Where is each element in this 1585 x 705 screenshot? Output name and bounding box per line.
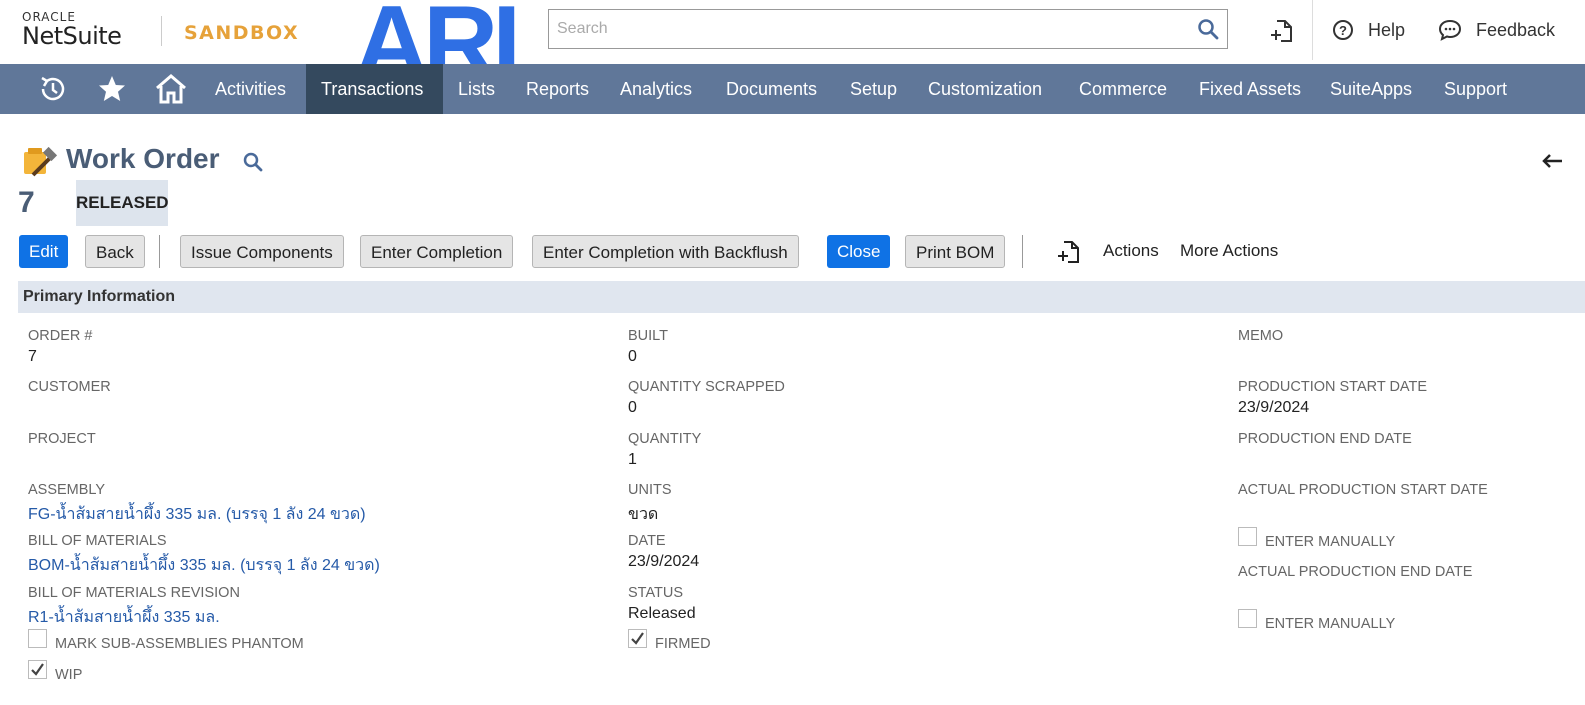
wip-label: WIP	[55, 667, 83, 683]
main-nav: Activities Transactions Lists Reports An…	[0, 64, 1585, 114]
sandbox-label: SANDBOX	[184, 22, 300, 44]
bom-revision-link[interactable]: R1-น้ำส้มสายน้ำผึ้ง 335 มล.	[28, 605, 220, 630]
nav-setup[interactable]: Setup	[835, 64, 912, 114]
back-arrow-icon[interactable]	[1540, 150, 1564, 177]
nav-customization[interactable]: Customization	[913, 64, 1057, 114]
quantity-scrapped-label: QUANTITY SCRAPPED	[628, 379, 785, 395]
section-title: Primary Information	[23, 288, 176, 305]
actions-menu[interactable]: Actions	[1103, 241, 1159, 261]
new-document-icon[interactable]	[1056, 239, 1082, 270]
customer-label: CUSTOMER	[28, 379, 111, 395]
enter-manually-start-label: ENTER MANUALLY	[1265, 534, 1396, 550]
search-box[interactable]	[548, 9, 1228, 49]
quantity-label: QUANTITY	[628, 431, 702, 447]
built-value: 0	[628, 348, 637, 365]
enter-manually-start-checkbox[interactable]	[1238, 527, 1257, 546]
back-button[interactable]: Back	[85, 235, 145, 268]
netsuite-logo-text[interactable]: NetSuite	[22, 22, 122, 50]
project-label: PROJECT	[28, 431, 96, 447]
nav-documents[interactable]: Documents	[711, 64, 832, 114]
nav-reports[interactable]: Reports	[511, 64, 604, 114]
close-button[interactable]: Close	[827, 235, 891, 268]
nav-transactions[interactable]: Transactions	[306, 64, 443, 114]
title-search-icon[interactable]	[242, 151, 264, 178]
svg-text:?: ?	[1339, 23, 1347, 38]
phantom-label: MARK SUB-ASSEMBLIES PHANTOM	[55, 636, 304, 652]
quantity-scrapped-value: 0	[628, 399, 637, 416]
bom-revision-label: BILL OF MATERIALS REVISION	[28, 585, 240, 601]
built-label: BUILT	[628, 328, 669, 344]
order-number-label: ORDER #	[28, 328, 93, 344]
logo-divider	[161, 16, 162, 46]
production-start-date-value: 23/9/2024	[1238, 399, 1310, 416]
issue-components-button[interactable]: Issue Components	[180, 235, 344, 268]
assembly-label: ASSEMBLY	[28, 482, 106, 498]
nav-activities[interactable]: Activities	[200, 64, 301, 114]
home-icon[interactable]	[155, 74, 186, 104]
firmed-label: FIRMED	[655, 636, 711, 652]
nav-support[interactable]: Support	[1429, 64, 1522, 114]
nav-commerce[interactable]: Commerce	[1064, 64, 1182, 114]
nav-lists[interactable]: Lists	[443, 64, 510, 114]
record-number: 7	[18, 186, 35, 219]
header-divider	[1312, 0, 1313, 60]
production-end-date-label: PRODUCTION END DATE	[1238, 431, 1412, 447]
more-actions-menu[interactable]: More Actions	[1180, 241, 1278, 261]
toolbar-divider	[159, 235, 160, 268]
primary-information-header[interactable]: Primary Information	[18, 281, 1585, 313]
production-start-date-label: PRODUCTION START DATE	[1238, 379, 1428, 395]
top-header: ORACLE NetSuite SANDBOX ARI ? Help Feedb…	[0, 0, 1585, 64]
nav-fixed-assets[interactable]: Fixed Assets	[1184, 64, 1316, 114]
star-icon[interactable]	[97, 74, 127, 104]
ari-logo: ARI	[356, 0, 524, 64]
status-value: Released	[628, 605, 696, 622]
enter-completion-backflush-button[interactable]: Enter Completion with Backflush	[532, 235, 799, 268]
search-input[interactable]	[549, 10, 1185, 48]
status-label: STATUS	[628, 585, 684, 601]
actual-production-end-date-label: ACTUAL PRODUCTION END DATE	[1238, 564, 1473, 580]
new-record-icon[interactable]	[1269, 18, 1295, 49]
quantity-value: 1	[628, 451, 637, 468]
bill-of-materials-link[interactable]: BOM-น้ำส้มสายน้ำผึ้ง 335 มล. (บรรจุ 1 ลั…	[28, 553, 380, 578]
nav-suiteapps[interactable]: SuiteApps	[1315, 64, 1427, 114]
date-label: DATE	[628, 533, 666, 549]
units-label: UNITS	[628, 482, 672, 498]
edit-button[interactable]: Edit	[19, 235, 69, 268]
memo-label: MEMO	[1238, 328, 1284, 344]
help-link[interactable]: Help	[1368, 20, 1405, 41]
order-number-value: 7	[28, 348, 37, 365]
date-value: 23/9/2024	[628, 553, 700, 570]
enter-manually-end-checkbox[interactable]	[1238, 609, 1257, 628]
search-icon[interactable]	[1197, 18, 1219, 45]
actual-production-start-date-label: ACTUAL PRODUCTION START DATE	[1238, 482, 1488, 498]
firmed-checkbox[interactable]	[628, 629, 647, 648]
work-order-icon	[20, 145, 58, 184]
page-title: Work Order	[66, 143, 220, 174]
phantom-checkbox[interactable]	[28, 629, 47, 648]
status-badge: RELEASED	[76, 180, 169, 226]
ari-logo-text: ARI	[356, 0, 515, 64]
assembly-link[interactable]: FG-น้ำส้มสายน้ำผึ้ง 335 มล. (บรรจุ 1 ลัง…	[28, 502, 366, 527]
toolbar-divider	[1022, 235, 1023, 268]
feedback-link[interactable]: Feedback	[1476, 20, 1555, 41]
enter-completion-button[interactable]: Enter Completion	[360, 235, 514, 268]
nav-analytics[interactable]: Analytics	[605, 64, 707, 114]
recent-records-icon[interactable]	[38, 74, 68, 104]
checkmark-icon	[31, 663, 44, 676]
help-icon[interactable]: ?	[1332, 19, 1354, 46]
checkmark-icon	[631, 632, 644, 645]
print-bom-button[interactable]: Print BOM	[905, 235, 1006, 268]
enter-manually-end-label: ENTER MANUALLY	[1265, 616, 1396, 632]
units-value: ขวด	[628, 506, 659, 523]
feedback-icon[interactable]	[1438, 19, 1462, 46]
wip-checkbox[interactable]	[28, 660, 47, 679]
bill-of-materials-label: BILL OF MATERIALS	[28, 533, 167, 549]
